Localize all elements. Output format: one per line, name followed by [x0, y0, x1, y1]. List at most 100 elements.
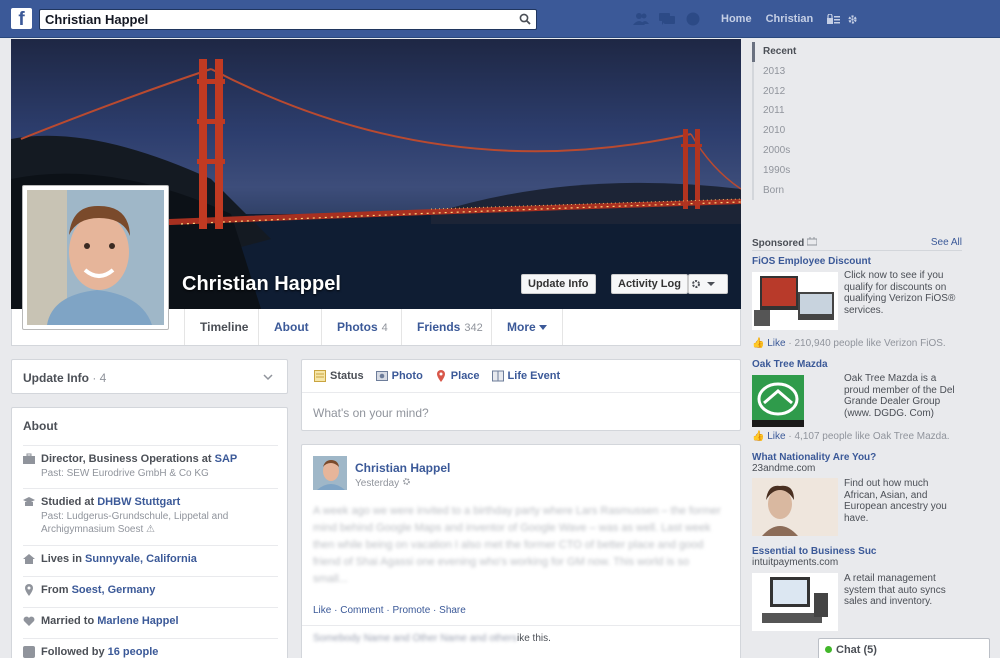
ad-fios[interactable]: FiOS Employee Discount Click now to see …: [752, 256, 962, 354]
see-all-link[interactable]: See All: [931, 237, 962, 248]
post-actions[interactable]: Like · Comment · Promote · Share: [313, 605, 466, 616]
search-input[interactable]: [40, 10, 510, 29]
ad-title[interactable]: Essential to Business Suc: [752, 546, 962, 557]
update-info-card[interactable]: Update Info · 4: [11, 359, 288, 394]
ad-mazda[interactable]: Oak Tree Mazda Oak Tree Mazda is a proud…: [752, 359, 962, 451]
tab-friends[interactable]: Friends 342: [401, 309, 498, 345]
composer-tab-status[interactable]: Status: [314, 370, 364, 382]
about-link[interactable]: Marlene Happel: [97, 615, 178, 627]
activity-log-button[interactable]: Activity Log: [611, 274, 688, 294]
about-item-work: Director, Business Operations at SAP Pas…: [23, 445, 278, 480]
graduation-icon: [23, 497, 35, 506]
tab-label: More: [507, 320, 536, 334]
rss-icon: [23, 646, 35, 658]
ad-title[interactable]: What Nationality Are You?: [752, 452, 962, 463]
friend-requests-icon[interactable]: [633, 12, 649, 26]
likes-names[interactable]: Somebody Name and Other Name and others: [313, 633, 517, 644]
avatar[interactable]: [313, 456, 347, 490]
sponsored-heading: Sponsored: [752, 237, 818, 249]
ad-title[interactable]: Oak Tree Mazda: [752, 359, 962, 370]
ad-23andme-image[interactable]: [752, 478, 838, 536]
status-composer: Status Photo Place Life Event What's on …: [301, 359, 741, 431]
about-link[interactable]: Sunnyvale, California: [85, 553, 197, 565]
ad-like-text: · 4,107 people like Oak Tree Mazda.: [785, 431, 950, 442]
tab-photos[interactable]: Photos 4: [321, 309, 403, 345]
composer-input[interactable]: What's on your mind?: [313, 406, 429, 420]
tab-label: About: [274, 320, 309, 334]
ad-23andme[interactable]: What Nationality Are You? 23andme.com Fi…: [752, 452, 962, 544]
messages-icon[interactable]: [659, 12, 675, 26]
update-info-button[interactable]: Update Info: [521, 274, 596, 294]
post-body: A week ago we were invited to a birthday…: [313, 505, 721, 585]
facebook-logo-icon[interactable]: f: [11, 8, 32, 29]
tab-label: Life Event: [507, 370, 561, 382]
about-item-education: Studied at DHBW Stuttgart Past: Ludgerus…: [23, 488, 278, 536]
settings-dropdown-button[interactable]: [688, 274, 728, 294]
top-navigation-bar: f Home Christian: [0, 0, 1000, 38]
year-born[interactable]: Born: [752, 180, 952, 201]
post-likes: Somebody Name and Other Name and othersi…: [313, 633, 551, 644]
year-2013[interactable]: 2013: [752, 61, 952, 82]
composer-tab-life-event[interactable]: Life Event: [491, 370, 561, 382]
profile-picture[interactable]: [22, 185, 169, 330]
ad-description: A retail management system that auto syn…: [844, 573, 946, 607]
about-link[interactable]: Soest, Germany: [72, 584, 156, 596]
place-pin-icon: [436, 370, 445, 382]
year-2000s[interactable]: 2000s: [752, 140, 952, 161]
search-icon[interactable]: [519, 13, 531, 25]
chevron-down-icon: [539, 325, 548, 330]
tab-timeline[interactable]: Timeline: [184, 309, 263, 345]
about-link[interactable]: 16 people: [108, 646, 159, 658]
privacy-shortcuts-icon[interactable]: [827, 13, 841, 25]
ad-intuit-pos-image[interactable]: [752, 573, 838, 631]
ad-fios-image[interactable]: [752, 272, 838, 330]
composer-tab-photo[interactable]: Photo: [375, 370, 423, 382]
ad-like-button[interactable]: Like: [767, 431, 785, 442]
house-icon: [23, 554, 35, 564]
mazda-logo-image[interactable]: [752, 375, 804, 427]
about-item-from: From Soest, Germany: [23, 576, 278, 596]
year-2010[interactable]: 2010: [752, 121, 952, 141]
composer-tab-place[interactable]: Place: [435, 370, 480, 382]
online-status-icon: [825, 646, 832, 653]
home-link[interactable]: Home: [721, 13, 752, 25]
location-pin-icon: [25, 584, 33, 596]
ad-like-button[interactable]: Like: [767, 338, 785, 349]
ad-domain: intuitpayments.com: [752, 557, 839, 568]
audience-gear-icon[interactable]: [402, 477, 411, 486]
year-1990s[interactable]: 1990s: [752, 160, 952, 181]
tab-about[interactable]: About: [258, 309, 324, 345]
gear-dropdown-icon: [692, 280, 715, 288]
ad-title[interactable]: FiOS Employee Discount: [752, 256, 962, 267]
about-item-followers: Followed by 16 people: [23, 638, 278, 658]
post-timestamp[interactable]: Yesterday: [355, 477, 411, 489]
update-info-count: · 4: [92, 371, 107, 385]
about-text: Director, Business Operations at: [41, 453, 215, 465]
chat-label: Chat (5): [836, 644, 877, 656]
photo-icon: [375, 371, 388, 381]
timeline-year-scrubber: Recent 2013 2012 2011 2010 2000s 1990s B…: [752, 42, 952, 201]
gear-icon[interactable]: [847, 14, 858, 25]
tab-label: Place: [450, 370, 480, 382]
chevron-down-icon[interactable]: [263, 374, 273, 381]
tab-label: Friends: [417, 320, 461, 334]
ad-like-text: · 210,940 people like Verizon FiOS.: [785, 338, 946, 349]
ad-choices-icon[interactable]: [806, 237, 818, 246]
about-link[interactable]: DHBW Stuttgart: [97, 496, 180, 508]
post-author[interactable]: Christian Happel: [355, 461, 450, 475]
year-2012[interactable]: 2012: [752, 81, 952, 102]
timeline-post: Christian Happel Yesterday A week ago we…: [301, 444, 741, 658]
notifications-globe-icon[interactable]: [685, 12, 701, 26]
about-text: Married to: [41, 615, 98, 627]
tab-more[interactable]: More: [491, 309, 564, 345]
about-item-married: Married to Marlene Happel: [23, 607, 278, 627]
profile-link[interactable]: Christian: [766, 13, 814, 25]
composer-divider: [302, 392, 740, 393]
life-event-book-icon: [491, 370, 504, 382]
chat-bar[interactable]: Chat (5): [818, 638, 990, 658]
year-2011[interactable]: 2011: [752, 101, 952, 122]
year-recent[interactable]: Recent: [752, 42, 952, 62]
ad-intuit[interactable]: Essential to Business Suc intuitpayments…: [752, 544, 962, 636]
ad-description: Find out how much African, Asian, and Eu…: [844, 478, 947, 524]
about-link[interactable]: SAP: [215, 453, 238, 465]
